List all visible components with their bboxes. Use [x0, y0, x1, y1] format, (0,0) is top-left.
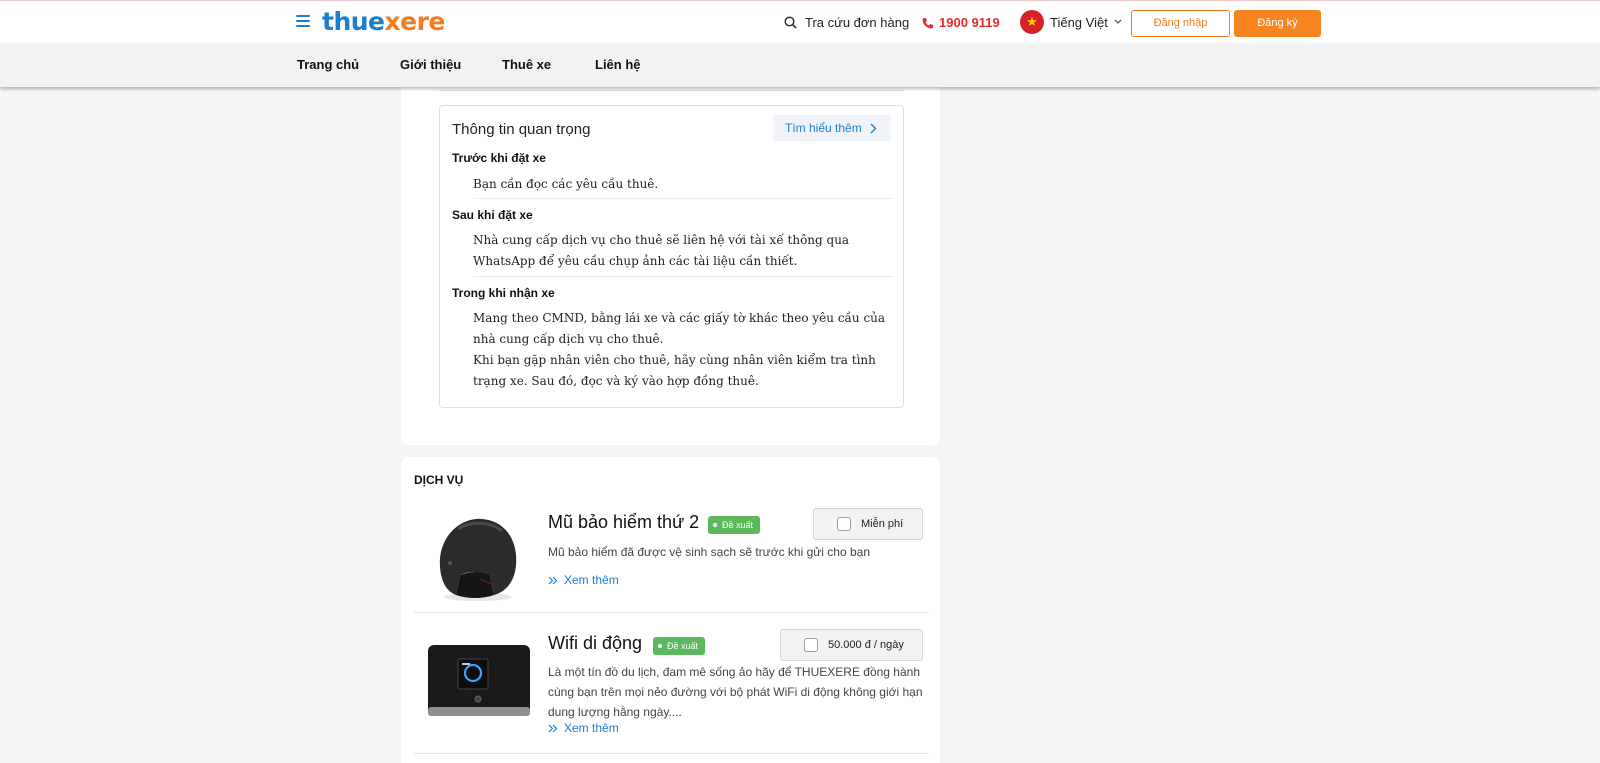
learn-more-label: Tìm hiểu thêm	[785, 121, 862, 135]
wifi-description: Là một tín đồ du lịch, đam mê sống ảo hã…	[548, 665, 923, 719]
service-divider	[414, 612, 929, 613]
pickup-heading: Trong khi nhận xe	[452, 286, 555, 300]
after-booking-text: Nhà cung cấp dịch vụ cho thuê sẽ liên hệ…	[473, 233, 850, 268]
service-divider	[414, 753, 929, 754]
top-header: thuexere Tra cứu đơn hàng 1900 9119 ★ Ti…	[0, 0, 1600, 43]
order-lookup-label: Tra cứu đơn hàng	[805, 15, 910, 30]
service-name-wifi: Wifi di động	[548, 633, 643, 653]
nav-item-home[interactable]: Trang chủ	[297, 57, 359, 72]
order-lookup-link[interactable]: Tra cứu đơn hàng	[784, 15, 909, 30]
nav-item-rent[interactable]: Thuê xe	[502, 57, 551, 72]
chevron-right-icon	[870, 123, 877, 133]
hamburger-menu-icon[interactable]	[296, 15, 310, 27]
services-card: DỊCH VỤ Mũ bảo hiểm thứ 2 Đề xuất Miễn p…	[401, 457, 940, 763]
helmet-price-label: Miễn phí	[861, 518, 904, 530]
section-divider	[473, 198, 893, 199]
nav-item-about[interactable]: Giới thiệu	[400, 57, 461, 72]
nav-item-contact[interactable]: Liên hệ	[595, 57, 641, 72]
see-more-label: Xem thêm	[564, 721, 619, 735]
phone-icon	[922, 17, 933, 28]
double-chevron-right-icon	[548, 576, 558, 584]
helmet-see-more-link[interactable]: Xem thêm	[548, 573, 619, 587]
search-icon	[784, 16, 797, 29]
logo[interactable]: thuexere	[322, 7, 445, 36]
section-divider	[473, 276, 893, 277]
before-booking-text: Bạn cần đọc các yêu cầu thuê.	[473, 177, 659, 191]
pickup-text-1: Mang theo CMND, bằng lái xe và các giấy …	[473, 311, 886, 346]
see-more-label: Xem thêm	[564, 573, 619, 587]
hotline-number: 1900 9119	[939, 15, 1000, 30]
wifi-checkbox[interactable]	[804, 638, 818, 652]
wifi-see-more-link[interactable]: Xem thêm	[548, 721, 619, 735]
pickup-text-2: Khi bạn gặp nhân viên cho thuê, hãy cùng…	[473, 353, 876, 388]
language-label: Tiếng Việt	[1050, 14, 1108, 30]
double-chevron-right-icon	[548, 724, 558, 732]
main-nav: Trang chủ Giới thiệu Thuê xe Liên hệ	[0, 43, 1600, 87]
recommended-badge: Đề xuất	[708, 516, 761, 534]
important-info-box: Thông tin quan trọng Tìm hiểu thêm Trước…	[439, 105, 904, 408]
hotline-link[interactable]: 1900 9119	[922, 15, 1000, 30]
wifi-price-label: 50.000 đ / ngày	[828, 639, 904, 651]
recommended-badge: Đề xuất	[653, 637, 706, 655]
after-booking-heading: Sau khi đặt xe	[452, 208, 533, 222]
chevron-down-icon	[1114, 19, 1122, 24]
learn-more-button[interactable]: Tìm hiểu thêm	[773, 115, 891, 141]
before-booking-heading: Trước khi đặt xe	[452, 151, 546, 165]
wifi-price-option[interactable]: 50.000 đ / ngày	[780, 629, 923, 661]
previous-section-border	[439, 90, 904, 91]
vietnam-flag-icon: ★	[1020, 10, 1044, 34]
helmet-price-option[interactable]: Miễn phí	[813, 508, 923, 540]
important-info-title: Thông tin quan trọng	[452, 121, 591, 138]
login-button[interactable]: Đăng nhập	[1131, 10, 1230, 37]
service-name-helmet: Mũ bảo hiểm thứ 2	[548, 512, 700, 532]
helmet-description: Mũ bảo hiểm đã được vệ sinh sạch sẽ trướ…	[548, 545, 870, 559]
mobile-wifi-image	[420, 627, 537, 727]
helmet-checkbox[interactable]	[837, 517, 851, 531]
helmet-image	[420, 505, 537, 605]
register-button[interactable]: Đăng ký	[1234, 10, 1321, 37]
services-title: DỊCH VỤ	[414, 473, 464, 487]
language-selector[interactable]: ★ Tiếng Việt	[1020, 10, 1122, 34]
